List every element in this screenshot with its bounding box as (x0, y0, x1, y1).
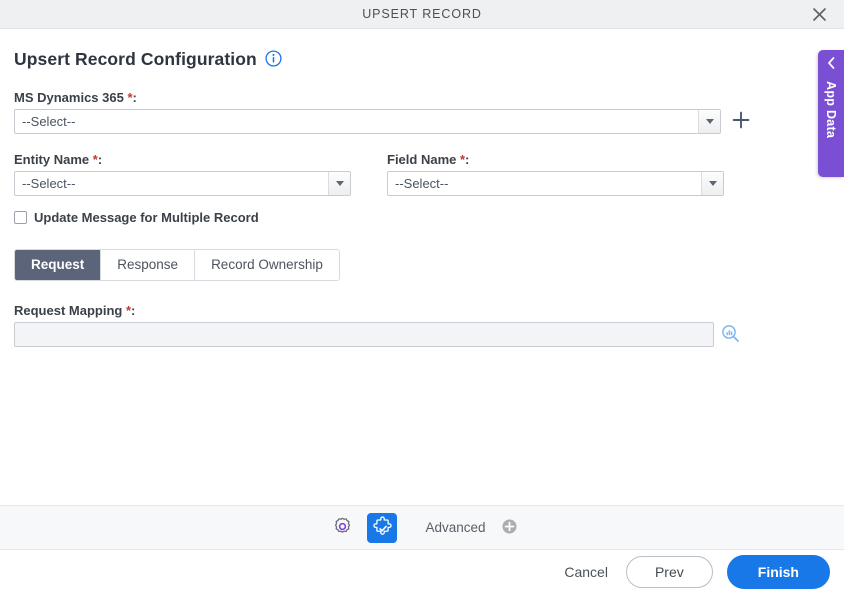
request-mapping-input[interactable] (14, 322, 714, 347)
circle-plus-icon (502, 519, 517, 537)
entity-name-label: Entity Name *: (14, 152, 103, 167)
app-data-panel-toggle[interactable]: App Data (818, 50, 844, 177)
chevron-down-icon[interactable] (701, 172, 723, 195)
connection-label: MS Dynamics 365 *: (14, 90, 137, 105)
update-multiple-record-checkbox-row[interactable]: Update Message for Multiple Record (14, 210, 830, 225)
app-data-label: App Data (824, 81, 838, 139)
entity-name-select-value: --Select-- (22, 176, 76, 191)
request-mapping-row (14, 322, 830, 347)
tab-request[interactable]: Request (15, 250, 102, 280)
chevron-down-icon[interactable] (698, 110, 720, 133)
plus-icon (732, 111, 750, 132)
request-mapping-group: Request Mapping *: (14, 303, 830, 347)
connection-row: --Select-- (14, 109, 830, 134)
field-name-select-value: --Select-- (395, 176, 449, 191)
connection-select-value: --Select-- (22, 114, 76, 129)
entity-field-row: Entity Name *: --Select-- Field Name *: … (14, 152, 830, 196)
advanced-toolbar: Advanced (0, 505, 844, 550)
dialog-title: UPSERT RECORD (362, 7, 482, 21)
connection-select[interactable]: --Select-- (14, 109, 721, 134)
advanced-add-button[interactable] (502, 519, 517, 537)
field-name-select[interactable]: --Select-- (387, 171, 724, 196)
gear-icon (332, 516, 353, 540)
update-multiple-record-label: Update Message for Multiple Record (34, 210, 259, 225)
plugin-config-button[interactable] (367, 512, 398, 543)
update-multiple-record-checkbox[interactable] (14, 211, 27, 224)
cancel-button[interactable]: Cancel (560, 558, 612, 586)
tab-response[interactable]: Response (101, 250, 196, 280)
prev-button[interactable]: Prev (625, 556, 713, 588)
chevron-left-icon (826, 57, 837, 72)
config-tabs: Request Response Record Ownership (14, 249, 340, 281)
dialog-body: Upsert Record Configuration MS Dynamics … (0, 29, 844, 501)
entity-name-group: Entity Name *: --Select-- (14, 152, 351, 196)
dialog-titlebar: UPSERT RECORD (0, 0, 844, 29)
upsert-record-dialog: UPSERT RECORD Upsert Record Configuratio… (0, 0, 844, 594)
chevron-down-icon[interactable] (328, 172, 350, 195)
close-icon (812, 7, 827, 22)
request-mapping-label: Request Mapping *: (14, 303, 136, 318)
connection-field-group: MS Dynamics 365 *: --Select-- (14, 90, 830, 134)
tab-record-ownership[interactable]: Record Ownership (195, 250, 339, 280)
field-name-label: Field Name *: (387, 152, 470, 167)
puzzle-check-icon (372, 515, 393, 540)
page-title: Upsert Record Configuration (14, 29, 830, 74)
close-button[interactable] (804, 0, 834, 28)
add-connection-button[interactable] (730, 109, 752, 134)
field-name-group: Field Name *: --Select-- (387, 152, 724, 196)
entity-name-select[interactable]: --Select-- (14, 171, 351, 196)
info-icon[interactable] (265, 49, 282, 70)
finish-button[interactable]: Finish (726, 555, 830, 589)
page-title-text: Upsert Record Configuration (14, 49, 257, 69)
search-icon (721, 324, 740, 346)
request-mapping-browse-button[interactable] (719, 324, 741, 346)
settings-button[interactable] (327, 513, 357, 543)
dialog-footer: Cancel Prev Finish (0, 550, 844, 594)
advanced-label[interactable]: Advanced (425, 520, 485, 535)
